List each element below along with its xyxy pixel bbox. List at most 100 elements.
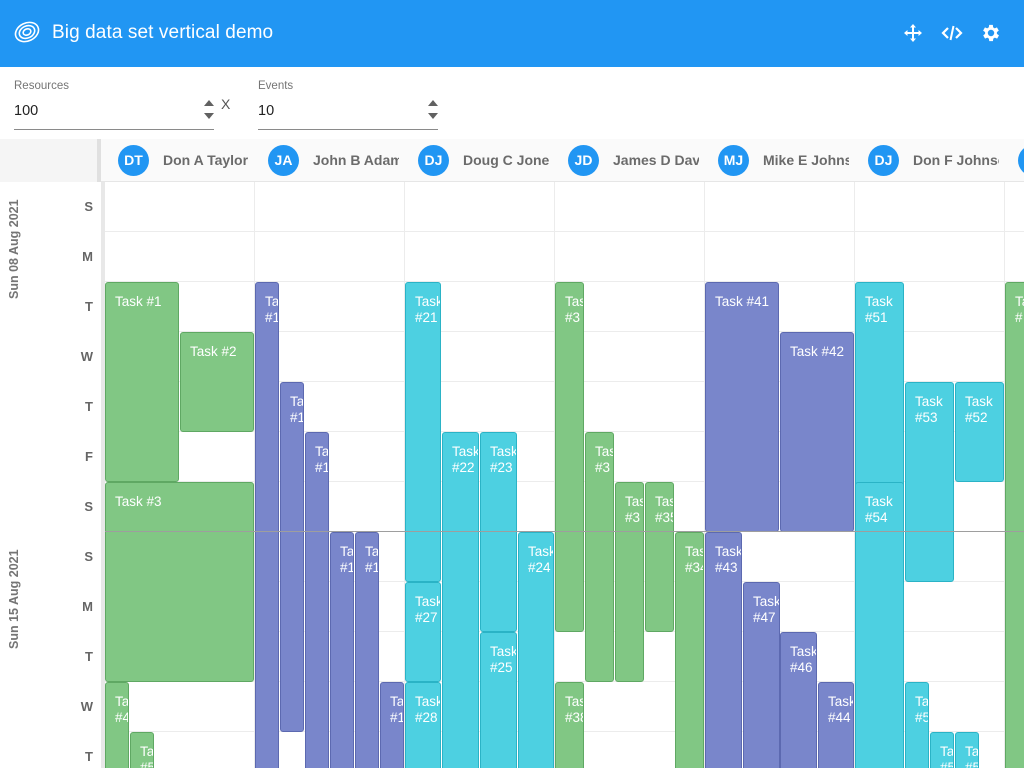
event-block[interactable]: Task #3 xyxy=(555,282,584,632)
resource-name: Doug C Jones xyxy=(463,152,549,168)
events-input[interactable] xyxy=(258,100,418,122)
resources-field: Resources xyxy=(14,78,214,130)
avatar: J xyxy=(1018,145,1024,176)
scheduler: DT Don A Taylor JA John B Adams DJ Doug C Jon… xyxy=(0,139,1024,768)
event-block[interactable]: Task #1 xyxy=(330,532,354,768)
resource-name: John B Adams xyxy=(313,152,399,168)
resource-column-header[interactable]: JD James D Davis xyxy=(555,139,705,182)
event-block[interactable]: Task #43 xyxy=(705,532,742,768)
resources-underline xyxy=(14,129,214,130)
event-block[interactable]: Task #1 xyxy=(105,282,179,482)
resource-column-header[interactable]: J xyxy=(1005,139,1024,182)
event-block[interactable]: Task #25 xyxy=(480,632,517,768)
chevron-down-icon[interactable] xyxy=(428,113,438,119)
avatar: DJ xyxy=(418,145,449,176)
resource-column-header[interactable]: MJ Mike E Johnson xyxy=(705,139,855,182)
day-row: S xyxy=(0,482,101,532)
day-letter: W xyxy=(80,349,93,364)
events-underline xyxy=(258,129,438,130)
event-block[interactable]: Task #27 xyxy=(405,582,441,682)
event-block[interactable]: Task #1 xyxy=(255,282,279,768)
avatar: DJ xyxy=(868,145,899,176)
day-letter: M xyxy=(82,599,93,614)
event-block[interactable]: Task #5 xyxy=(930,732,954,768)
app-bar: Big data set vertical demo xyxy=(0,0,1024,67)
avatar: JA xyxy=(268,145,299,176)
chevron-up-icon[interactable] xyxy=(204,100,214,106)
event-block[interactable]: Task #21 xyxy=(405,282,441,582)
resource-column-header[interactable]: DJ Don F Johnson xyxy=(855,139,1005,182)
event-block[interactable]: Task #41 xyxy=(705,282,779,532)
day-letter: F xyxy=(85,449,93,464)
event-block[interactable]: Task #5 xyxy=(955,732,979,768)
resource-column-header[interactable]: DJ Doug C Jones xyxy=(405,139,555,182)
event-block[interactable]: Task #2 xyxy=(180,332,254,432)
event-block[interactable]: Task #5 xyxy=(905,682,929,768)
event-block[interactable]: Task #44 xyxy=(818,682,854,768)
header-corner xyxy=(0,139,101,182)
event-block[interactable]: Task #53 xyxy=(905,382,954,582)
time-axis: S M T W T F S S M T W T Sun 08 Aug 2021 Sun 15 Aug … xyxy=(0,182,105,768)
events-field: Events xyxy=(258,78,438,130)
resource-name: Don A Taylor xyxy=(163,152,249,168)
event-block[interactable]: Task #4 xyxy=(105,682,129,768)
event-block[interactable]: Task #35 xyxy=(645,482,674,632)
event-block[interactable]: Task #22 xyxy=(442,432,479,768)
day-letter: W xyxy=(80,699,93,714)
event-block[interactable]: Task #3 xyxy=(105,482,254,682)
event-block[interactable]: Task # xyxy=(1005,282,1024,768)
day-letter: T xyxy=(85,299,93,314)
event-grid[interactable]: Task #1Task #2Task #3Task #4Task #5Task … xyxy=(105,182,1024,768)
event-block[interactable]: Task #52 xyxy=(955,382,1004,482)
day-letter: S xyxy=(84,549,93,564)
event-block[interactable]: Task #1 xyxy=(355,532,379,768)
code-icon[interactable] xyxy=(941,22,963,44)
app-title: Big data set vertical demo xyxy=(52,22,274,43)
event-block[interactable]: Task #28 xyxy=(405,682,441,768)
resource-name: Don F Johnson xyxy=(913,152,999,168)
event-block[interactable]: Task #23 xyxy=(480,432,517,632)
week-divider xyxy=(105,531,1024,532)
week-label: Sun 08 Aug 2021 xyxy=(7,199,21,299)
day-row: T xyxy=(0,732,101,768)
events-label: Events xyxy=(258,80,294,92)
avatar: MJ xyxy=(718,145,749,176)
event-block[interactable]: Task #5 xyxy=(130,732,154,768)
move-arrows-icon[interactable] xyxy=(902,22,924,44)
resource-header: DT Don A Taylor JA John B Adams DJ Doug C Jon… xyxy=(0,139,1024,182)
day-row: F xyxy=(0,432,101,482)
events-stepper[interactable] xyxy=(427,98,439,126)
resources-input[interactable] xyxy=(14,100,194,122)
day-letter: M xyxy=(82,249,93,264)
event-block[interactable]: Task #3 xyxy=(585,432,614,682)
avatar: DT xyxy=(118,145,149,176)
event-block[interactable]: Task #38 xyxy=(555,682,584,768)
gear-icon[interactable] xyxy=(980,22,1002,44)
resources-stepper[interactable] xyxy=(203,98,215,126)
avatar: JD xyxy=(568,145,599,176)
event-block[interactable]: Task #54 xyxy=(855,482,904,768)
event-block[interactable]: Task #1 xyxy=(280,382,304,732)
resources-label: Resources xyxy=(14,80,69,92)
resource-column-header[interactable]: JA John B Adams xyxy=(255,139,405,182)
chevron-up-icon[interactable] xyxy=(428,100,438,106)
day-letter: T xyxy=(85,749,93,764)
event-block[interactable]: Task #46 xyxy=(780,632,817,768)
day-row: W xyxy=(0,682,101,732)
app-logo-icon xyxy=(14,21,40,43)
event-block[interactable]: Task #42 xyxy=(780,332,854,532)
event-block[interactable]: Task #47 xyxy=(743,582,780,768)
day-row: T xyxy=(0,382,101,432)
day-letter: T xyxy=(85,649,93,664)
day-letter: T xyxy=(85,399,93,414)
event-block[interactable]: Task #1 xyxy=(305,432,329,768)
event-block[interactable]: Task #24 xyxy=(518,532,554,768)
event-block[interactable]: Task #3 xyxy=(615,482,644,682)
event-block[interactable]: Task #34 xyxy=(675,532,704,768)
resource-name: James D Davis xyxy=(613,152,699,168)
chevron-down-icon[interactable] xyxy=(204,113,214,119)
day-letter: S xyxy=(84,199,93,214)
times-separator: X xyxy=(221,96,231,112)
resource-column-header[interactable]: DT Don A Taylor xyxy=(105,139,255,182)
event-block[interactable]: Task #1 xyxy=(380,682,404,768)
